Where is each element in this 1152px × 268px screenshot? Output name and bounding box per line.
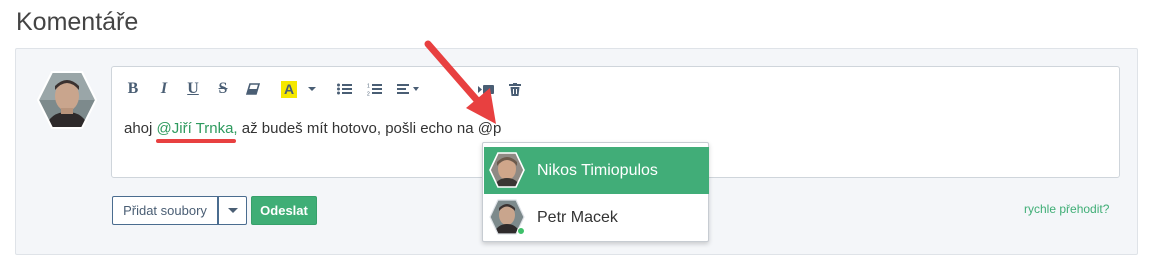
suggestion-item[interactable]: Petr Macek <box>484 194 709 241</box>
annotation-underline <box>156 139 236 143</box>
underline-button[interactable]: U <box>182 80 204 98</box>
eraser-icon[interactable] <box>242 80 264 98</box>
svg-text:2: 2 <box>367 91 370 96</box>
strikethrough-button[interactable]: S <box>212 80 234 98</box>
suggestion-item[interactable]: Nikos Timiopulos <box>484 147 709 194</box>
bold-button[interactable]: B <box>122 80 144 98</box>
video-icon[interactable] <box>474 80 498 98</box>
page-title: Komentáře <box>16 8 139 36</box>
quick-switch-link[interactable]: rychle přehodit? <box>1024 202 1109 216</box>
numbered-list-icon[interactable]: 12 <box>362 80 386 98</box>
trash-icon[interactable] <box>504 80 526 98</box>
highlight-color-button[interactable]: A <box>278 80 300 98</box>
suggestion-name: Nikos Timiopulos <box>537 161 658 179</box>
send-button[interactable]: Odeslat <box>251 196 317 225</box>
user-avatar <box>37 71 97 129</box>
align-dropdown-icon[interactable] <box>392 80 426 98</box>
editor-toolbar: B I U S A 12 <box>122 79 526 99</box>
online-status-badge <box>517 227 525 235</box>
add-files-dropdown-button[interactable] <box>218 196 247 225</box>
chevron-down-icon <box>227 207 238 213</box>
highlight-dropdown-icon[interactable] <box>300 80 324 98</box>
bullet-list-icon[interactable] <box>332 80 356 98</box>
editor-content[interactable]: ahoj @Jiří Trnka, až budeš mít hotovo, p… <box>124 120 501 137</box>
avatar <box>489 152 525 188</box>
add-files-button[interactable]: Přidat soubory <box>112 196 218 225</box>
mention-suggestions: Nikos Timiopulos Petr Macek <box>482 142 709 242</box>
svg-text:1: 1 <box>367 83 370 89</box>
suggestion-name: Petr Macek <box>537 208 618 226</box>
mention-tag[interactable]: @Jiří Trnka, <box>157 120 238 137</box>
italic-button[interactable]: I <box>154 80 174 98</box>
